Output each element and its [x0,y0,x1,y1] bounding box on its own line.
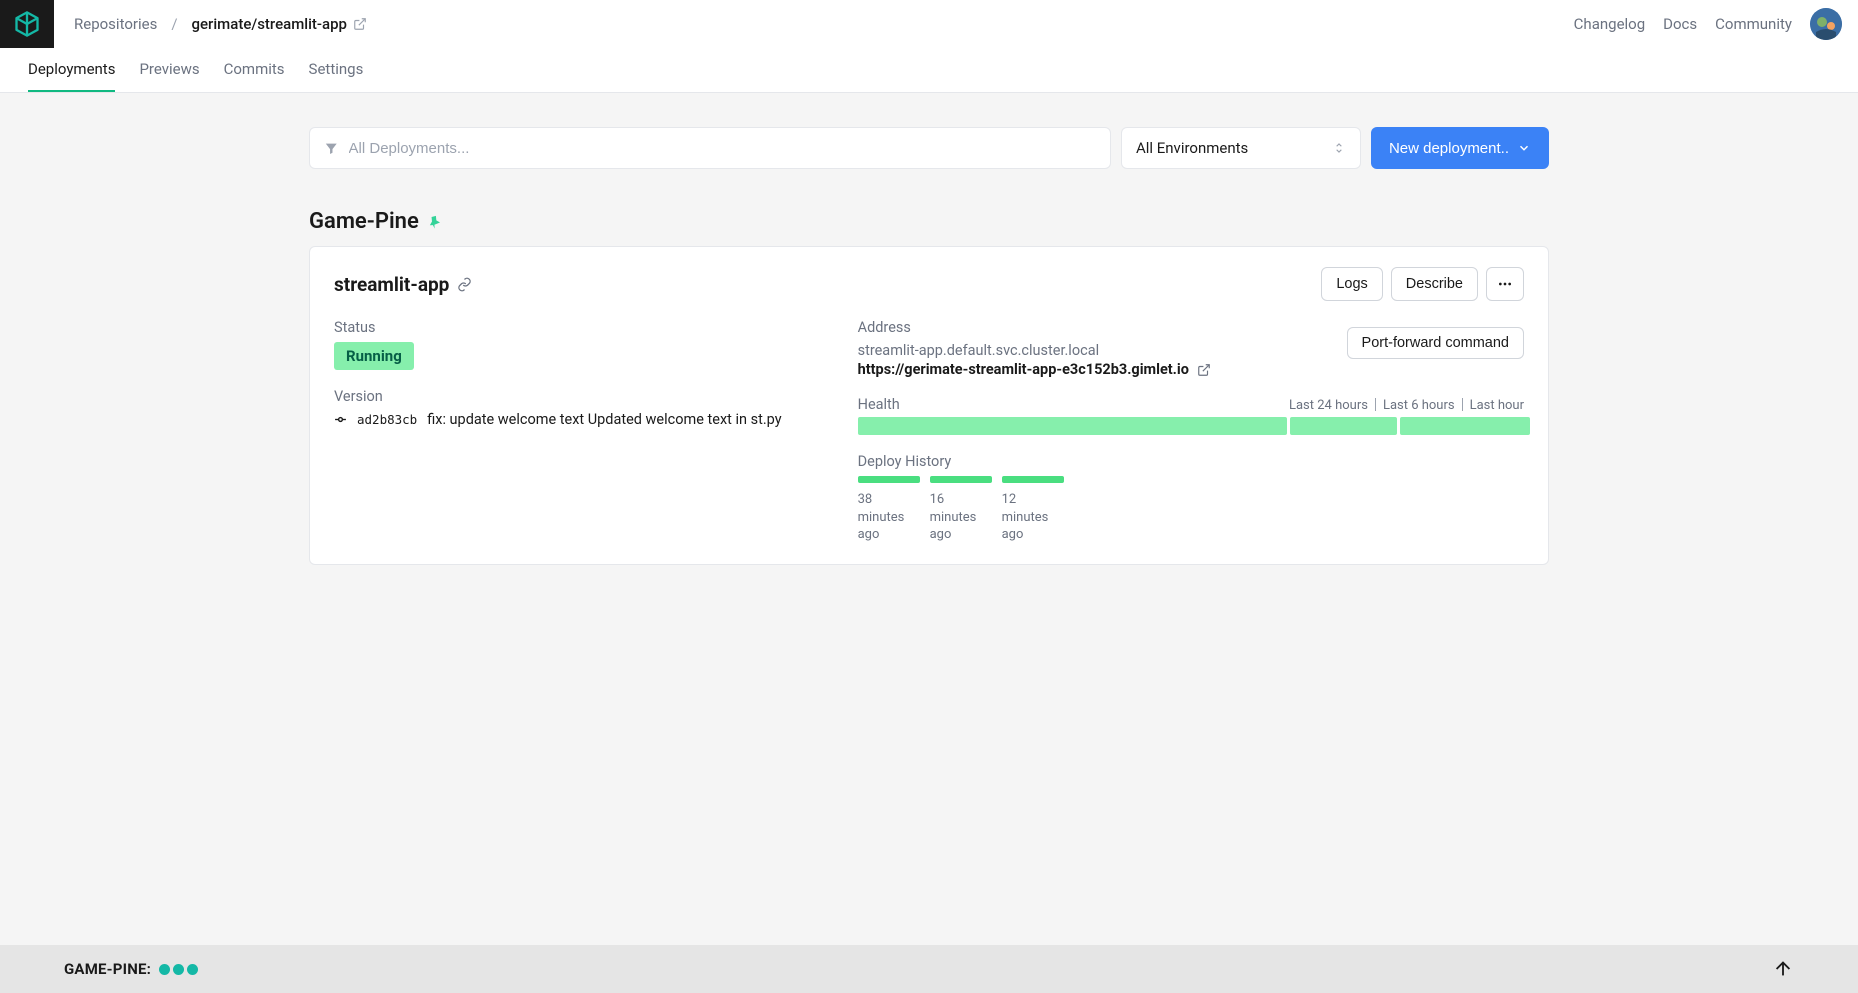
health-segment-1h [1400,417,1530,435]
status-dot-icon [173,964,184,975]
commit-hash[interactable]: ad2b83cb [357,412,417,427]
footer-cluster-label[interactable]: GAME-PINE: [64,960,198,978]
health-period-6h[interactable]: Last 6 hours [1383,398,1455,413]
footer-label-text: GAME-PINE: [64,960,151,978]
external-link-icon [353,17,367,31]
health-bar [858,417,1524,435]
environment-select-label: All Environments [1136,139,1248,157]
new-deployment-button[interactable]: New deployment.. [1371,127,1549,169]
search-input[interactable] [349,140,1096,157]
breadcrumb-repo-name: gerimate/streamlit-app [192,15,347,33]
nav-community[interactable]: Community [1715,15,1792,33]
tab-previews[interactable]: Previews [139,48,199,92]
port-forward-button[interactable]: Port-forward command [1347,327,1524,359]
deploy-history-label: Deploy History [858,453,1524,470]
card-body: Status Running Version ad2b83cb fix: upd… [334,319,1524,544]
app-name: streamlit-app [334,273,472,296]
card-right-column: Port-forward command Address streamlit-a… [858,319,1524,544]
deploy-history-row: 38 minutes ago 16 minutes ago [858,476,1524,544]
deploy-history-bar [930,476,992,483]
tab-deployments[interactable]: Deployments [28,48,115,92]
breadcrumb-separator: / [171,15,177,33]
cluster-title: Game-Pine [309,209,1549,234]
pin-icon[interactable] [423,209,448,234]
card-actions: Logs Describe [1321,267,1524,301]
select-chevrons-icon [1332,141,1346,155]
git-commit-icon [334,413,347,426]
external-link-icon [1197,363,1211,377]
commit-row: ad2b83cb fix: update welcome text Update… [334,411,828,428]
status-label: Status [334,319,828,336]
nav-tabs: Deployments Previews Commits Settings [0,48,1858,93]
nav-docs[interactable]: Docs [1663,15,1697,33]
describe-button[interactable]: Describe [1391,267,1478,301]
environment-select[interactable]: All Environments [1121,127,1361,169]
tab-commits[interactable]: Commits [224,48,285,92]
footer-status-dots [159,964,198,975]
deployment-search[interactable] [309,127,1111,169]
health-period-1h[interactable]: Last hour [1470,398,1524,413]
deploy-history-bar [858,476,920,483]
header-links: Changelog Docs Community [1574,8,1842,40]
footer: GAME-PINE: [0,945,1858,993]
card-left-column: Status Running Version ad2b83cb fix: upd… [334,319,828,544]
deploy-history-time: 16 minutes ago [930,491,992,544]
filter-row: All Environments New deployment.. [309,127,1549,169]
app-name-text: streamlit-app [334,273,449,296]
scroll-to-top-button[interactable] [1772,958,1794,980]
deploy-history-item[interactable]: 38 minutes ago [858,476,920,544]
logs-button[interactable]: Logs [1321,267,1382,301]
version-label: Version [334,388,828,405]
chevron-down-icon [1517,141,1531,155]
health-segment-6h [1290,417,1397,435]
status-dot-icon [187,964,198,975]
deployment-card: streamlit-app Logs Describe Status [309,246,1549,565]
status-badge: Running [334,342,414,370]
commit-message: fix: update welcome text Updated welcome… [427,411,781,428]
health-periods: Last 24 hours Last 6 hours Last hour [1289,398,1524,413]
new-deployment-label: New deployment.. [1389,140,1509,157]
address-public[interactable]: https://gerimate-streamlit-app-e3c152b3.… [858,361,1524,378]
status-dot-icon [159,964,170,975]
logo[interactable] [0,0,54,48]
avatar[interactable] [1810,8,1842,40]
main-content: All Environments New deployment.. Game-P… [309,93,1549,645]
tab-settings[interactable]: Settings [309,48,364,92]
deploy-history-bar [1002,476,1064,483]
health-label: Health [858,396,900,413]
health-header: Health Last 24 hours Last 6 hours Last h… [858,396,1524,413]
cluster-name: Game-Pine [309,209,419,234]
health-period-24h[interactable]: Last 24 hours [1289,398,1368,413]
deploy-history-item[interactable]: 16 minutes ago [930,476,992,544]
top-header: Repositories / gerimate/streamlit-app Ch… [0,0,1858,48]
more-horizontal-icon [1497,276,1513,292]
deploy-history-time: 12 minutes ago [1002,491,1064,544]
link-icon[interactable] [457,277,472,292]
nav-changelog[interactable]: Changelog [1574,15,1645,33]
address-public-text: https://gerimate-streamlit-app-e3c152b3.… [858,361,1189,378]
deploy-history-time: 38 minutes ago [858,491,920,544]
breadcrumb-current[interactable]: gerimate/streamlit-app [192,15,367,33]
health-segment-24h [858,417,1288,435]
breadcrumb-root[interactable]: Repositories [74,15,157,33]
filter-icon [324,141,339,156]
breadcrumb: Repositories / gerimate/streamlit-app [74,15,367,33]
card-header: streamlit-app Logs Describe [334,267,1524,301]
deploy-history-item[interactable]: 12 minutes ago [1002,476,1064,544]
more-actions-button[interactable] [1486,267,1524,301]
